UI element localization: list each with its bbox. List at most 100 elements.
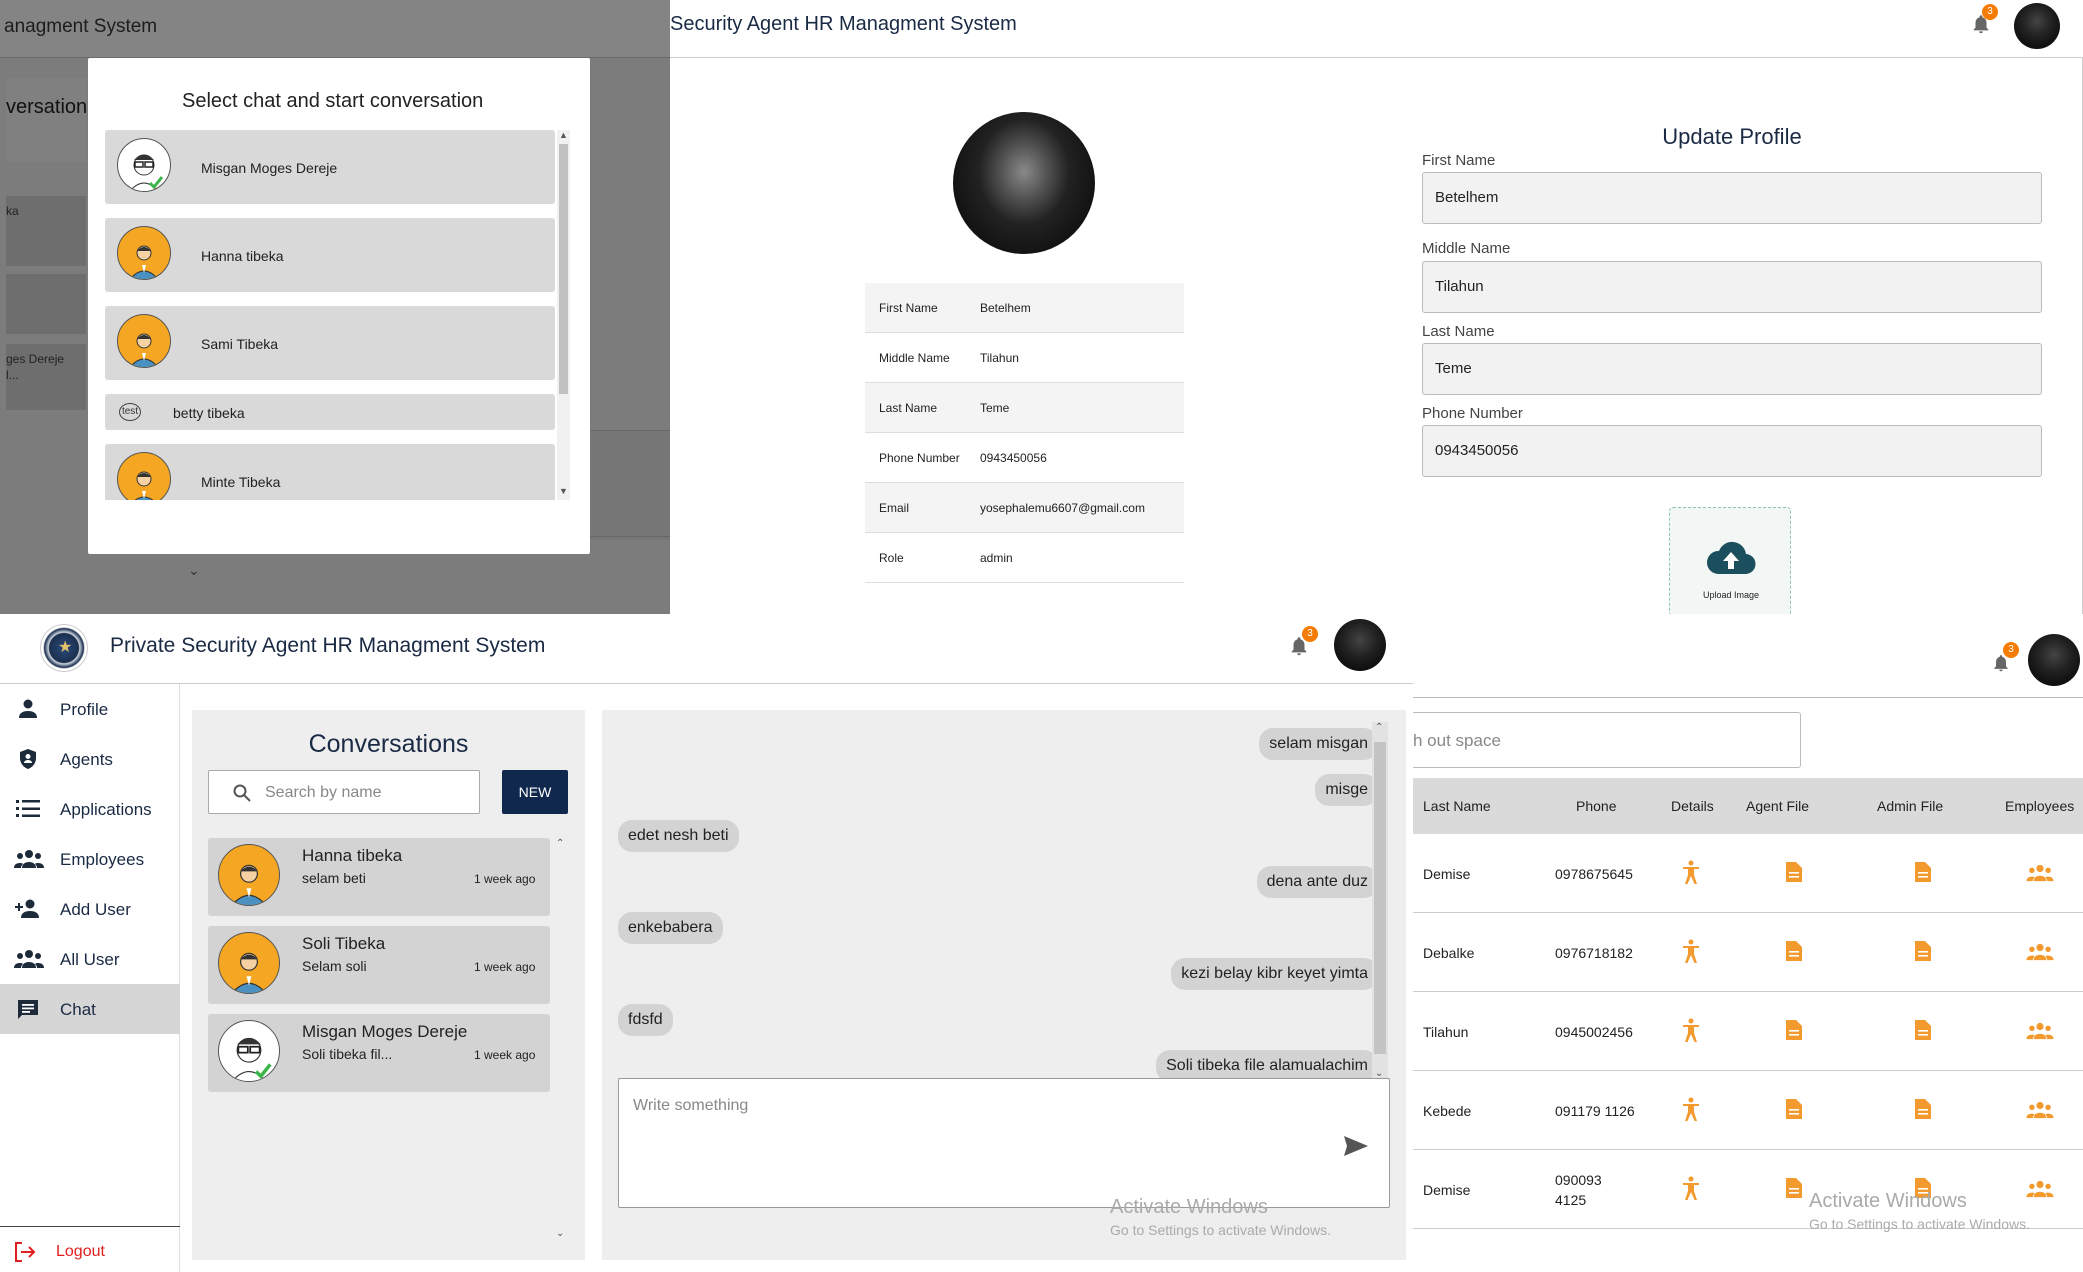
conversation-time: 1 week ago — [474, 960, 536, 974]
sidebar-item-profile[interactable]: Profile — [0, 684, 180, 734]
conversation-last-message: Selam soli — [302, 958, 367, 974]
scrollbar[interactable]: ⌃ ⌄ — [554, 838, 568, 1243]
scrollbar[interactable]: ▲ ▼ — [557, 130, 570, 500]
scrollbar-thumb[interactable] — [1374, 742, 1386, 1054]
agent-file-icon — [1786, 862, 1802, 882]
user-avatar[interactable] — [1334, 619, 1386, 671]
conversations-title: Conversations — [308, 730, 469, 758]
conversation-item[interactable]: Soli Tibeka Selam soli 1 week ago — [208, 926, 550, 1004]
logout-button[interactable]: Logout — [0, 1230, 180, 1270]
scroll-up-icon[interactable]: ⌃ — [556, 838, 564, 849]
scrollbar-thumb[interactable] — [559, 144, 568, 394]
column-header[interactable]: Details — [1671, 798, 1714, 814]
scroll-up-icon[interactable]: ▲ — [559, 130, 568, 140]
scroll-down-icon[interactable]: ⌄ — [556, 1228, 564, 1239]
sidebar-item-agents[interactable]: Agents — [0, 734, 180, 784]
employees-group-icon — [2026, 1022, 2054, 1040]
user-avatar[interactable] — [2014, 3, 2060, 49]
employees-group-icon — [2026, 1180, 2054, 1198]
bg-list-item — [6, 274, 86, 334]
message-list: selam misgan misge edet nesh beti dena a… — [602, 710, 1388, 1082]
bg-app-title: anagment System — [4, 16, 158, 37]
watermark-subtitle: Go to Settings to activate Windows. — [1809, 1216, 2030, 1232]
column-header[interactable]: Admin File — [1877, 798, 1943, 814]
conversation-item[interactable]: Hanna tibeka selam beti 1 week ago — [208, 838, 550, 916]
compose-input[interactable]: Write something — [618, 1078, 1390, 1208]
notification-badge: 3 — [1982, 4, 1998, 20]
profile-info-table: First Name Betelhem Middle Name Tilahun La… — [865, 283, 1184, 583]
search-input[interactable]: Search by name — [208, 770, 480, 814]
column-header[interactable]: Phone — [1576, 798, 1616, 814]
upload-image-dropzone[interactable]: Upload Image — [1669, 507, 1791, 629]
user-avatar[interactable] — [2028, 634, 2080, 686]
profile-row: Last Name Teme — [865, 383, 1184, 433]
notification-bell-icon[interactable]: 3 — [1970, 4, 1998, 41]
conversation-item[interactable]: Misgan Moges Dereje Soli tibeka fil... 1… — [208, 1014, 550, 1092]
employees-panel: 3 h out space Last Name Phone Details Ag… — [1413, 614, 2083, 1272]
conversations-panel: Conversations Search by name NEW Hanna t… — [192, 710, 585, 1260]
accessibility-icon — [1683, 1018, 1699, 1042]
list-icon — [16, 800, 40, 817]
sidebar-item-label: Applications — [60, 800, 152, 819]
form-title: Update Profile — [1662, 124, 1802, 149]
message-bubble-received: fdsfd — [618, 1004, 673, 1036]
conversation-name: Soli Tibeka — [302, 934, 386, 953]
accessibility-icon — [1683, 1097, 1699, 1121]
cell-last-name: Demise — [1423, 1182, 1471, 1198]
logout-icon — [15, 1242, 36, 1262]
chat-select-item[interactable]: Sami Tibeka — [105, 306, 555, 380]
middle-name-field[interactable]: Tilahun — [1422, 261, 2042, 313]
table-row: Demise 0978675645 — [1413, 834, 2083, 913]
chat-select-name: betty tibeka — [173, 405, 245, 421]
message-bubble-sent: selam misgan — [1259, 728, 1378, 760]
cloud-upload-icon — [1706, 541, 1756, 575]
chat-select-item[interactable]: test betty tibeka — [105, 394, 555, 430]
chat-select-modal: Select chat and start conversation Misga… — [88, 58, 590, 554]
search-input[interactable]: h out space — [1413, 712, 1801, 768]
column-header[interactable]: Employees — [2005, 798, 2074, 814]
app-logo: ★ — [40, 624, 88, 672]
agent-file-icon — [1786, 941, 1802, 961]
person-icon — [19, 699, 37, 718]
person-avatar-icon — [117, 314, 171, 368]
cell-phone: 090093 4125 — [1555, 1172, 1602, 1208]
scrollbar[interactable]: ⌃ ⌄ — [1372, 722, 1388, 1084]
table-row: Debalke 0976718182 — [1413, 913, 2083, 992]
top-bar: 3 — [1413, 614, 2083, 698]
chat-select-item[interactable]: Misgan Moges Dereje — [105, 130, 555, 204]
chat-select-item[interactable]: Hanna tibeka — [105, 218, 555, 292]
scroll-up-icon[interactable]: ⌃ — [1375, 722, 1383, 733]
scroll-down-icon[interactable]: ▼ — [559, 486, 568, 496]
cell-last-name: Debalke — [1423, 945, 1475, 961]
cell-last-name: Demise — [1423, 866, 1471, 882]
search-placeholder: Search by name — [265, 784, 382, 801]
chat-icon — [18, 1000, 38, 1019]
chat-select-name: Minte Tibeka — [201, 474, 281, 490]
sidebar-item-applications[interactable]: Applications — [0, 784, 180, 834]
table-row: Tilahun 0945002456 — [1413, 992, 2083, 1071]
sidebar-item-employees[interactable]: Employees — [0, 834, 180, 884]
last-name-field[interactable]: Teme — [1422, 343, 2042, 395]
column-header[interactable]: Agent File — [1746, 798, 1809, 814]
notification-bell-icon[interactable]: 3 — [1288, 626, 1318, 663]
new-conversation-button[interactable]: NEW — [502, 770, 568, 814]
notification-bell-icon[interactable]: 3 — [1991, 642, 2019, 679]
watermark-title: Activate Windows — [1809, 1190, 1967, 1212]
chat-select-item[interactable]: Minte Tibeka — [105, 444, 555, 500]
upload-label: Upload Image — [1702, 590, 1760, 600]
admin-file-icon — [1915, 1020, 1931, 1040]
phone-field[interactable]: 0943450056 — [1422, 425, 2042, 477]
top-bar: ★ Private Security Agent HR Managment Sy… — [0, 614, 1413, 684]
first-name-field[interactable]: Betelhem — [1422, 172, 2042, 224]
sidebar-item-add-user[interactable]: Add User — [0, 884, 180, 934]
chat-select-list: Misgan Moges Dereje Hanna tibeka Sami Ti… — [105, 130, 570, 500]
notification-badge: 3 — [2003, 642, 2019, 658]
column-header[interactable]: Last Name — [1423, 798, 1491, 814]
search-value: h out space — [1413, 731, 1501, 750]
bg-list-item: ka — [6, 196, 86, 266]
employees-group-icon — [2026, 943, 2054, 961]
agent-file-icon — [1786, 1178, 1802, 1198]
sidebar-item-all-user[interactable]: All User — [0, 934, 180, 984]
sidebar-item-chat[interactable]: Chat — [0, 984, 180, 1034]
broken-image-icon: test — [119, 403, 141, 421]
